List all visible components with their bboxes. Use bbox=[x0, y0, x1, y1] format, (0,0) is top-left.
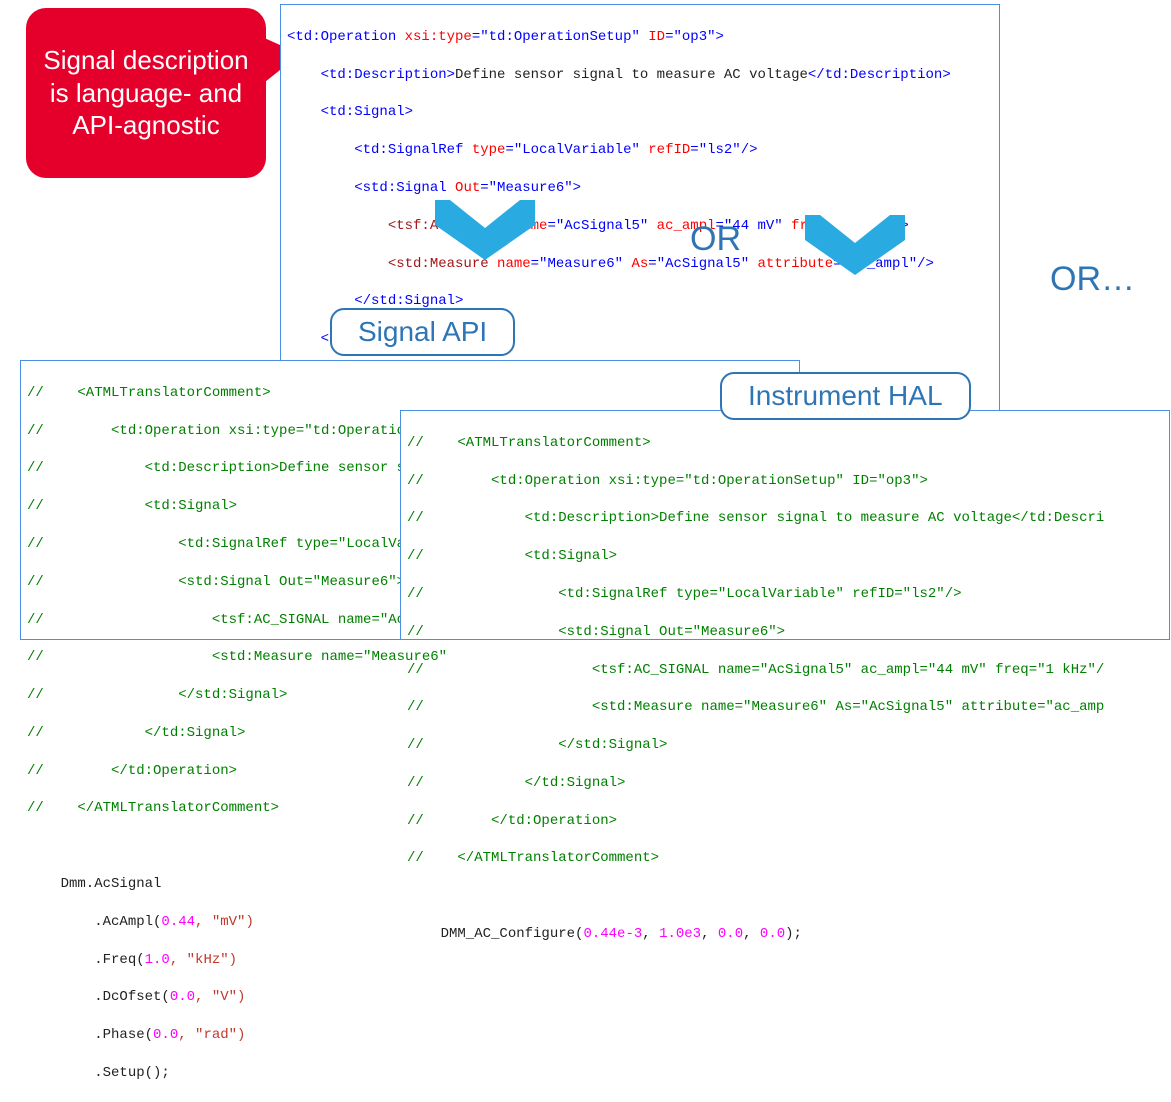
comment: // </std:Signal> bbox=[407, 736, 1163, 755]
code-sep: , bbox=[701, 926, 718, 942]
code-num: 0.44e-3 bbox=[583, 926, 642, 942]
code-call: DMM_AC_Configure( bbox=[407, 926, 583, 942]
code-end: ); bbox=[785, 926, 802, 942]
xml-attr: Out bbox=[447, 180, 481, 196]
comment: // <tsf:AC_SIGNAL name="AcSignal5" ac_am… bbox=[407, 661, 1163, 680]
instrument-hal-label: Instrument HAL bbox=[720, 372, 971, 420]
comment: // <std:Signal Out="Measure6"> bbox=[407, 623, 1163, 642]
code-num: 0.44 bbox=[161, 914, 195, 930]
xml-tag: <td:SignalRef bbox=[287, 142, 463, 158]
code-num: 0.0 bbox=[760, 926, 785, 942]
xml-tag: <td:Operation bbox=[287, 29, 396, 45]
code-num: 1.0e3 bbox=[659, 926, 701, 942]
comment: // <td:Operation xsi:type="td:OperationS… bbox=[407, 472, 1163, 491]
signal-api-label: Signal API bbox=[330, 308, 515, 356]
xml-tag: <std:Signal bbox=[287, 180, 447, 196]
xml-val: ="LocalVariable" bbox=[505, 142, 639, 158]
comment: // </td:Signal> bbox=[407, 774, 1163, 793]
xml-tag: <td:Description> bbox=[287, 67, 455, 83]
xml-tag: </td:Description> bbox=[808, 67, 951, 83]
xml-attr: refID bbox=[640, 142, 690, 158]
comment: // <ATMLTranslatorComment> bbox=[407, 434, 1163, 453]
xml-val: ="Measure6" bbox=[531, 256, 623, 272]
code-call: .AcAmpl( bbox=[27, 914, 161, 930]
code-call: .Freq( bbox=[27, 952, 145, 968]
comment: // <td:SignalRef type="LocalVariable" re… bbox=[407, 585, 1163, 604]
code-num: 0.0 bbox=[718, 926, 743, 942]
comment: // </ATMLTranslatorComment> bbox=[407, 849, 1163, 868]
xml-attr: xsi:type bbox=[396, 29, 472, 45]
xml-attr: As bbox=[623, 256, 648, 272]
code-sep: , bbox=[642, 926, 659, 942]
code-str: , "V") bbox=[195, 989, 245, 1005]
xml-val: ="AcSignal5" bbox=[547, 218, 648, 234]
comment: // <td:Signal> bbox=[407, 547, 1163, 566]
xml-val: ="td:OperationSetup" bbox=[472, 29, 640, 45]
callout-bubble: Signal description is language- and API-… bbox=[26, 8, 266, 178]
xml-val: ="op3"> bbox=[665, 29, 724, 45]
xml-attr: type bbox=[463, 142, 505, 158]
code-str: , "rad") bbox=[178, 1027, 245, 1043]
chevron-down-icon bbox=[430, 200, 540, 270]
code-sep: , bbox=[743, 926, 760, 942]
code-num: 1.0 bbox=[145, 952, 170, 968]
or-label: OR bbox=[690, 220, 741, 259]
code-str: , "mV") bbox=[195, 914, 254, 930]
blank-line bbox=[407, 887, 1163, 906]
xml-tag: <td:Signal> bbox=[287, 104, 413, 120]
code-num: 0.0 bbox=[170, 989, 195, 1005]
comment: // <ATMLTranslatorComment> bbox=[27, 384, 793, 403]
code-str: , "kHz") bbox=[170, 952, 237, 968]
xml-attr: ID bbox=[640, 29, 665, 45]
comment: // <td:Description>Define sensor signal … bbox=[407, 509, 1163, 528]
code-line: .Setup(); bbox=[27, 1064, 793, 1083]
xml-text: Define sensor signal to measure AC volta… bbox=[455, 67, 808, 83]
comment: // </td:Operation> bbox=[407, 812, 1163, 831]
code-call: .Phase( bbox=[27, 1027, 153, 1043]
comment: // <std:Measure name="Measure6" As="AcSi… bbox=[407, 698, 1163, 717]
or-ellipsis-label: OR… bbox=[1050, 260, 1135, 299]
code-num: 0.0 bbox=[153, 1027, 178, 1043]
xml-tag: </std:Signal> bbox=[287, 293, 463, 309]
instrument-hal-code-box: // <ATMLTranslatorComment> // <td:Operat… bbox=[400, 410, 1170, 640]
callout-text: Signal description is language- and API-… bbox=[42, 44, 250, 142]
xml-val: ="ls2"/> bbox=[690, 142, 757, 158]
code-call: .DcOfset( bbox=[27, 989, 170, 1005]
xml-val: ="Measure6"> bbox=[480, 180, 581, 196]
chevron-down-icon bbox=[800, 215, 910, 285]
